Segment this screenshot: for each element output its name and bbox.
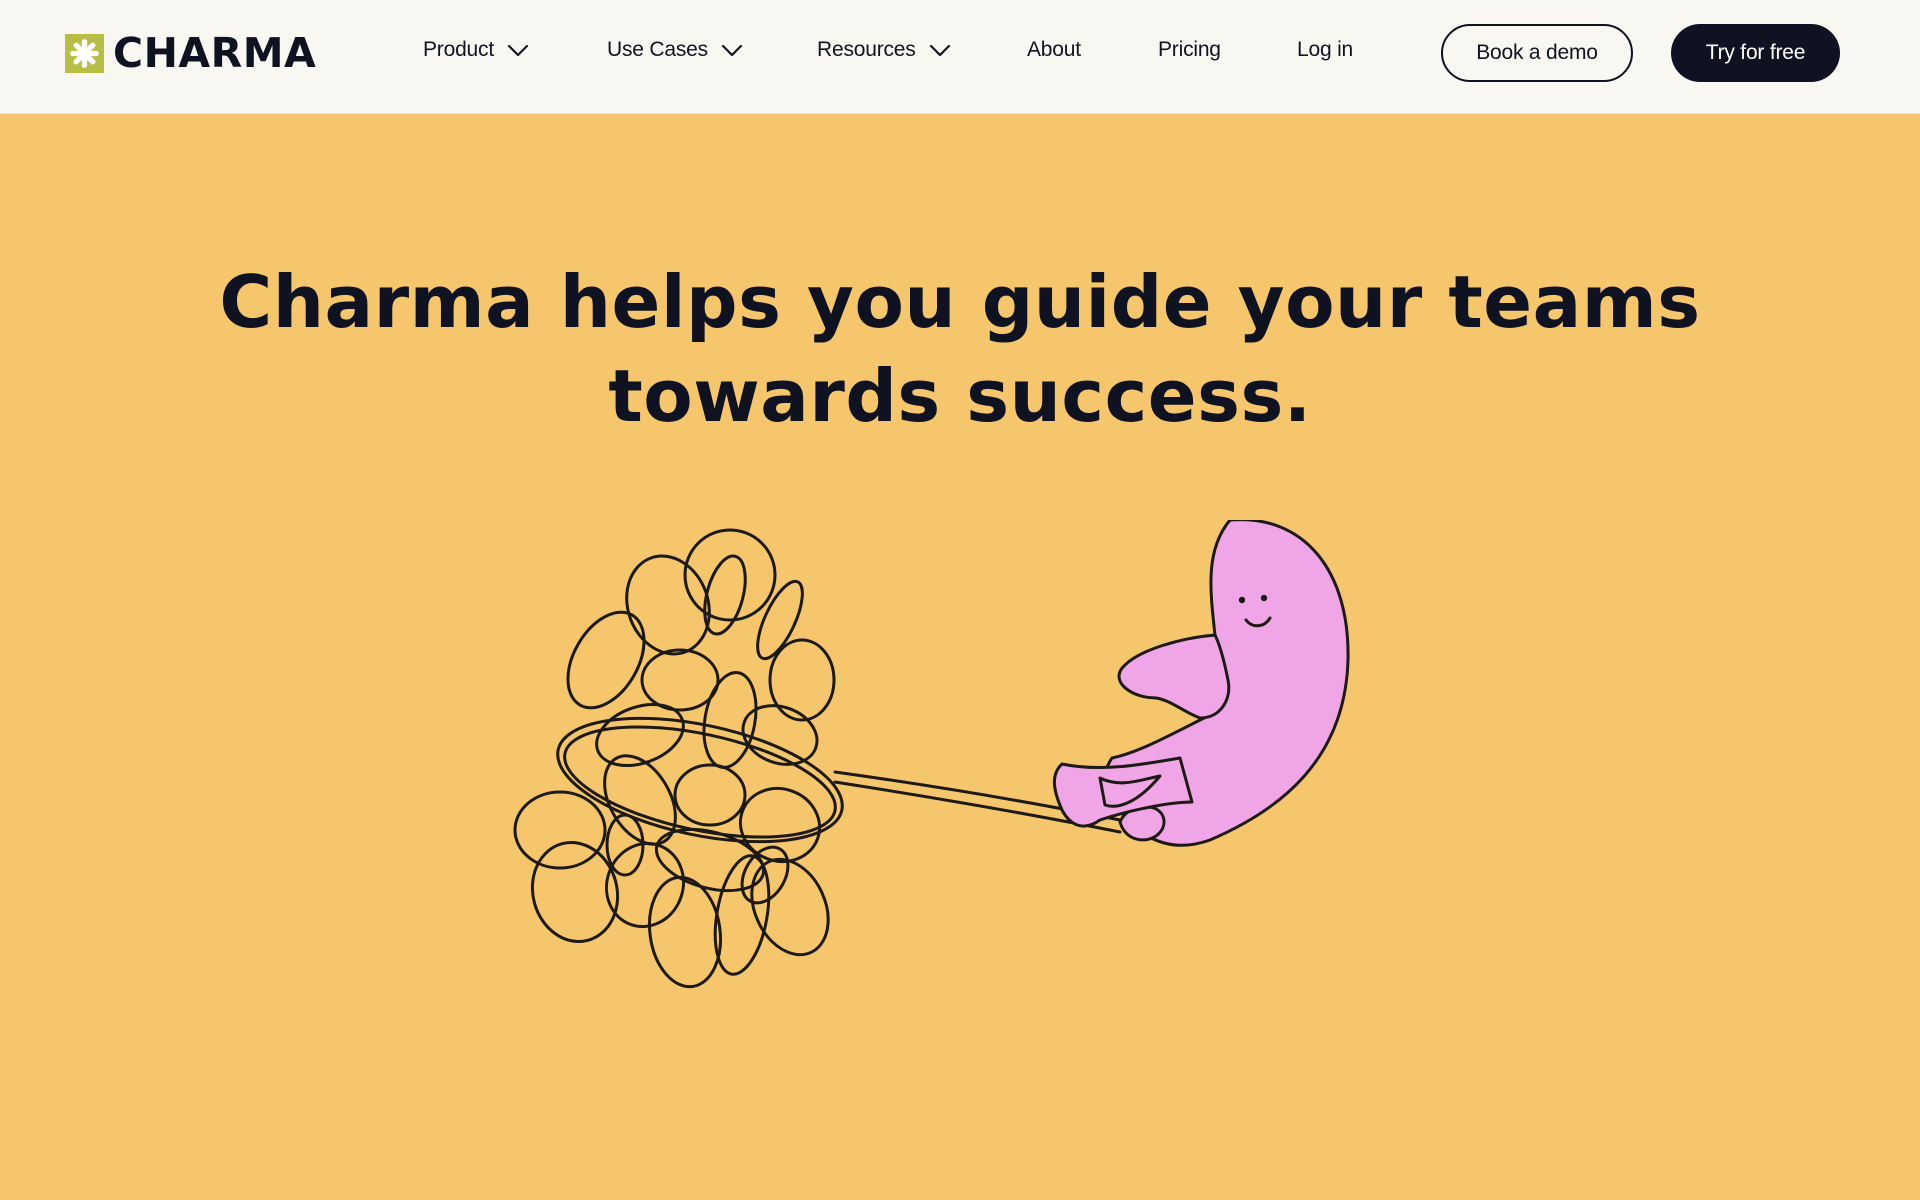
nav-product-label: Product [423, 38, 494, 61]
nav-use-cases[interactable]: Use Cases [607, 36, 744, 64]
chevron-down-icon [721, 44, 743, 57]
nav-log-in[interactable]: Log in [1297, 36, 1353, 64]
pink-character-icon [1053, 520, 1350, 847]
hero-heading-line-1: Charma helps you guide your teams [219, 260, 1701, 344]
chevron-down-icon [929, 44, 950, 57]
nav-pricing[interactable]: Pricing [1158, 36, 1221, 64]
page: CHARMA Product Use Cases Resources About… [0, 0, 1920, 1200]
nav-about[interactable]: About [1027, 36, 1081, 64]
brand-name: CHARMA [113, 29, 317, 77]
nav-pricing-label: Pricing [1158, 38, 1221, 61]
nav-use-cases-label: Use Cases [607, 38, 708, 61]
hero-heading: Charma helps you guide your teams toward… [160, 255, 1760, 443]
try-for-free-button[interactable]: Try for free [1671, 24, 1840, 82]
book-demo-button[interactable]: Book a demo [1441, 24, 1633, 82]
hero-illustration [513, 520, 1350, 989]
charma-logo[interactable]: CHARMA [65, 29, 317, 77]
nav-resources[interactable]: Resources [817, 36, 952, 64]
hero-heading-line-2: towards success. [608, 354, 1312, 438]
tangled-yarn-icon [513, 528, 844, 989]
nav-log-in-label: Log in [1297, 38, 1354, 61]
charma-logo-icon [65, 33, 104, 73]
nav-resources-label: Resources [817, 38, 916, 61]
chevron-down-icon [507, 44, 529, 57]
top-navigation: CHARMA Product Use Cases Resources About… [0, 0, 1920, 114]
nav-about-label: About [1027, 38, 1081, 61]
nav-product[interactable]: Product [423, 36, 530, 64]
